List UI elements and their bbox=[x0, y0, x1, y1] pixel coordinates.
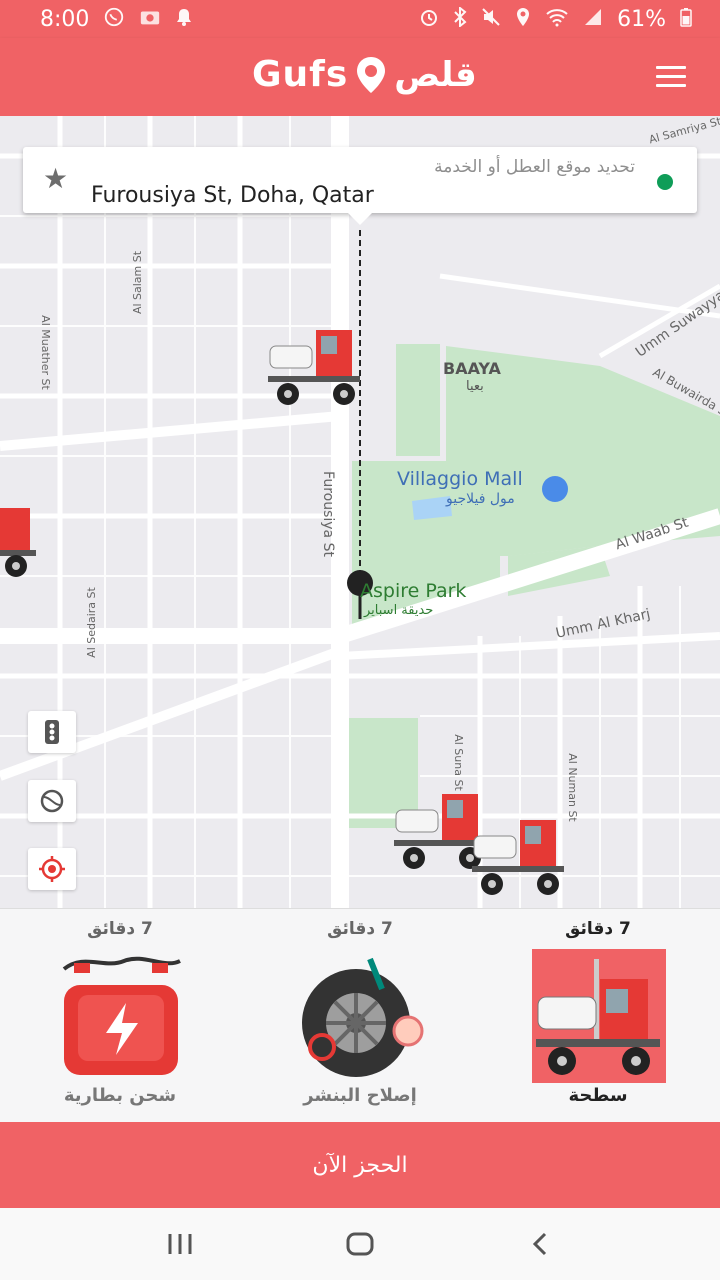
service-name: إصلاح البنشر bbox=[303, 1085, 417, 1106]
location-search-card[interactable]: ★ تحديد موقع العطل أو الخدمة Furousiya S… bbox=[23, 147, 697, 225]
tow-truck-marker[interactable] bbox=[266, 328, 366, 410]
map-label-aspire-park: Aspire Park bbox=[360, 580, 467, 602]
battery-icon bbox=[680, 7, 692, 32]
map-label-villaggio-ar: مول فيلاجيو bbox=[446, 491, 515, 507]
recent-apps-icon[interactable] bbox=[150, 1219, 210, 1269]
traffic-light-icon[interactable] bbox=[28, 711, 76, 753]
hamburger-menu-icon[interactable] bbox=[656, 66, 686, 88]
service-name: سطحة bbox=[568, 1085, 628, 1106]
globe-layers-icon[interactable] bbox=[28, 780, 76, 822]
search-hint: تحديد موقع العطل أو الخدمة bbox=[434, 157, 635, 177]
battery-level: 61% bbox=[617, 6, 666, 32]
map-label-aspire-park-ar: حديقة اسباير bbox=[364, 603, 434, 618]
service-name: شحن بطارية bbox=[63, 1085, 177, 1106]
service-eta: 7 دقائق bbox=[565, 919, 631, 939]
signal-icon bbox=[583, 7, 603, 32]
bluetooth-icon bbox=[453, 5, 467, 32]
status-bar: 8:00 61% bbox=[0, 0, 720, 38]
flatbed-tow-truck-icon bbox=[532, 949, 666, 1083]
map-label-baaya-ar: بعيا bbox=[466, 379, 484, 394]
service-eta: 7 دقائق bbox=[327, 919, 393, 939]
map-label-al-numan: Al Numan St bbox=[565, 753, 579, 822]
map-background bbox=[0, 116, 720, 908]
map-label-furousiya: Furousiya St bbox=[319, 471, 336, 557]
selected-location[interactable]: Furousiya St, Doha, Qatar bbox=[91, 183, 374, 208]
tire-repair-icon bbox=[294, 949, 428, 1083]
tow-truck-marker[interactable] bbox=[0, 504, 40, 586]
service-tire-repair[interactable]: 7 دقائق إصلاح البنشر bbox=[260, 909, 460, 1123]
logo-latin-text: Gufs bbox=[252, 54, 349, 95]
location-icon bbox=[515, 7, 531, 32]
shopping-bag-icon bbox=[542, 476, 568, 502]
map-label-al-sedaira: Al Sedaira St bbox=[84, 587, 98, 658]
battery-jump-start-icon bbox=[54, 949, 188, 1083]
home-icon[interactable] bbox=[330, 1219, 390, 1269]
service-eta: 7 دقائق bbox=[87, 919, 153, 939]
app-logo: Gufs قلص bbox=[252, 54, 477, 95]
location-pin-icon bbox=[357, 56, 386, 93]
map-label-baaya: BAAYA bbox=[443, 359, 501, 378]
map-label-al-salam: Al Salam St bbox=[131, 250, 145, 315]
book-now-button[interactable]: الحجز الآن bbox=[0, 1122, 720, 1208]
system-nav-bar bbox=[0, 1208, 720, 1280]
status-dot-icon bbox=[657, 174, 673, 190]
my-location-icon[interactable] bbox=[28, 848, 76, 890]
notification-bell-icon bbox=[175, 7, 193, 32]
whatsapp-icon bbox=[103, 6, 125, 33]
map-label-villaggio: Villaggio Mall bbox=[397, 468, 523, 490]
camera-icon bbox=[139, 7, 161, 32]
map-label-al-muather: Al Muather St bbox=[38, 315, 52, 390]
map-view[interactable]: BAAYA بعيا Villaggio Mall مول فيلاجيو As… bbox=[0, 116, 720, 908]
clock: 8:00 bbox=[40, 6, 90, 32]
star-icon[interactable]: ★ bbox=[43, 165, 68, 193]
logo-arabic-text: قلص bbox=[394, 54, 477, 95]
wifi-icon bbox=[545, 7, 569, 32]
service-selector: 7 دقائق سطحة 7 دقائق إصلاح البنشر 7 دقائ… bbox=[0, 908, 720, 1122]
mute-icon bbox=[481, 7, 501, 32]
service-flatbed[interactable]: 7 دقائق سطحة bbox=[498, 909, 698, 1123]
app-header: Gufs قلص bbox=[0, 38, 720, 116]
alarm-icon bbox=[419, 7, 439, 32]
map-label-al-suna: Al Suna St bbox=[451, 734, 465, 791]
back-icon[interactable] bbox=[510, 1219, 570, 1269]
tow-truck-marker[interactable] bbox=[470, 818, 570, 900]
service-battery-jump[interactable]: 7 دقائق شحن بطارية bbox=[20, 909, 220, 1123]
